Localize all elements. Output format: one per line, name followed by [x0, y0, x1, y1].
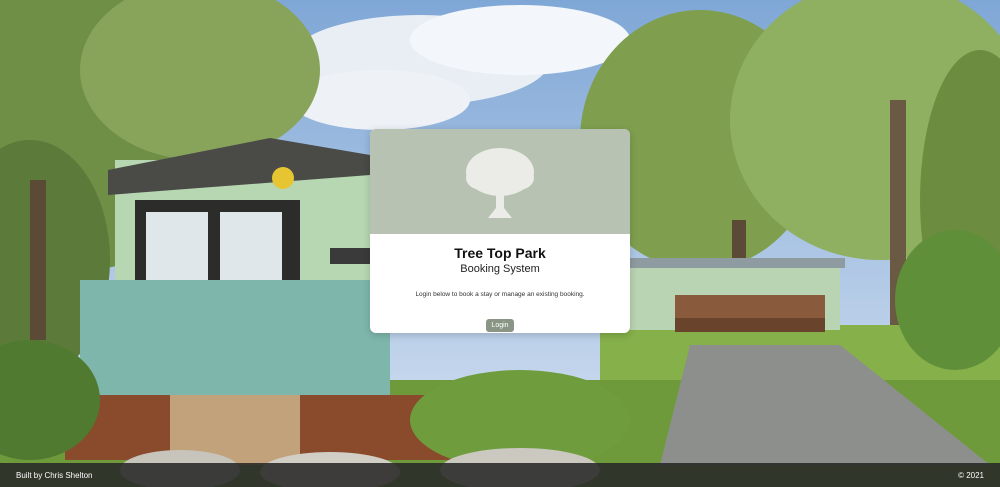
login-card: Tree Top Park Booking System Login below… — [370, 129, 630, 333]
footer-credit: Built by Chris Shelton — [16, 470, 93, 480]
login-instructions: Login below to book a stay or manage an … — [415, 291, 585, 298]
footer-copyright: © 2021 — [958, 470, 984, 480]
footer: Built by Chris Shelton © 2021 — [0, 463, 1000, 487]
card-header — [370, 129, 630, 234]
tree-icon — [466, 147, 534, 218]
login-button[interactable]: Login — [486, 319, 514, 332]
park-title: Tree Top Park — [454, 245, 546, 261]
system-subtitle: Booking System — [460, 263, 540, 275]
